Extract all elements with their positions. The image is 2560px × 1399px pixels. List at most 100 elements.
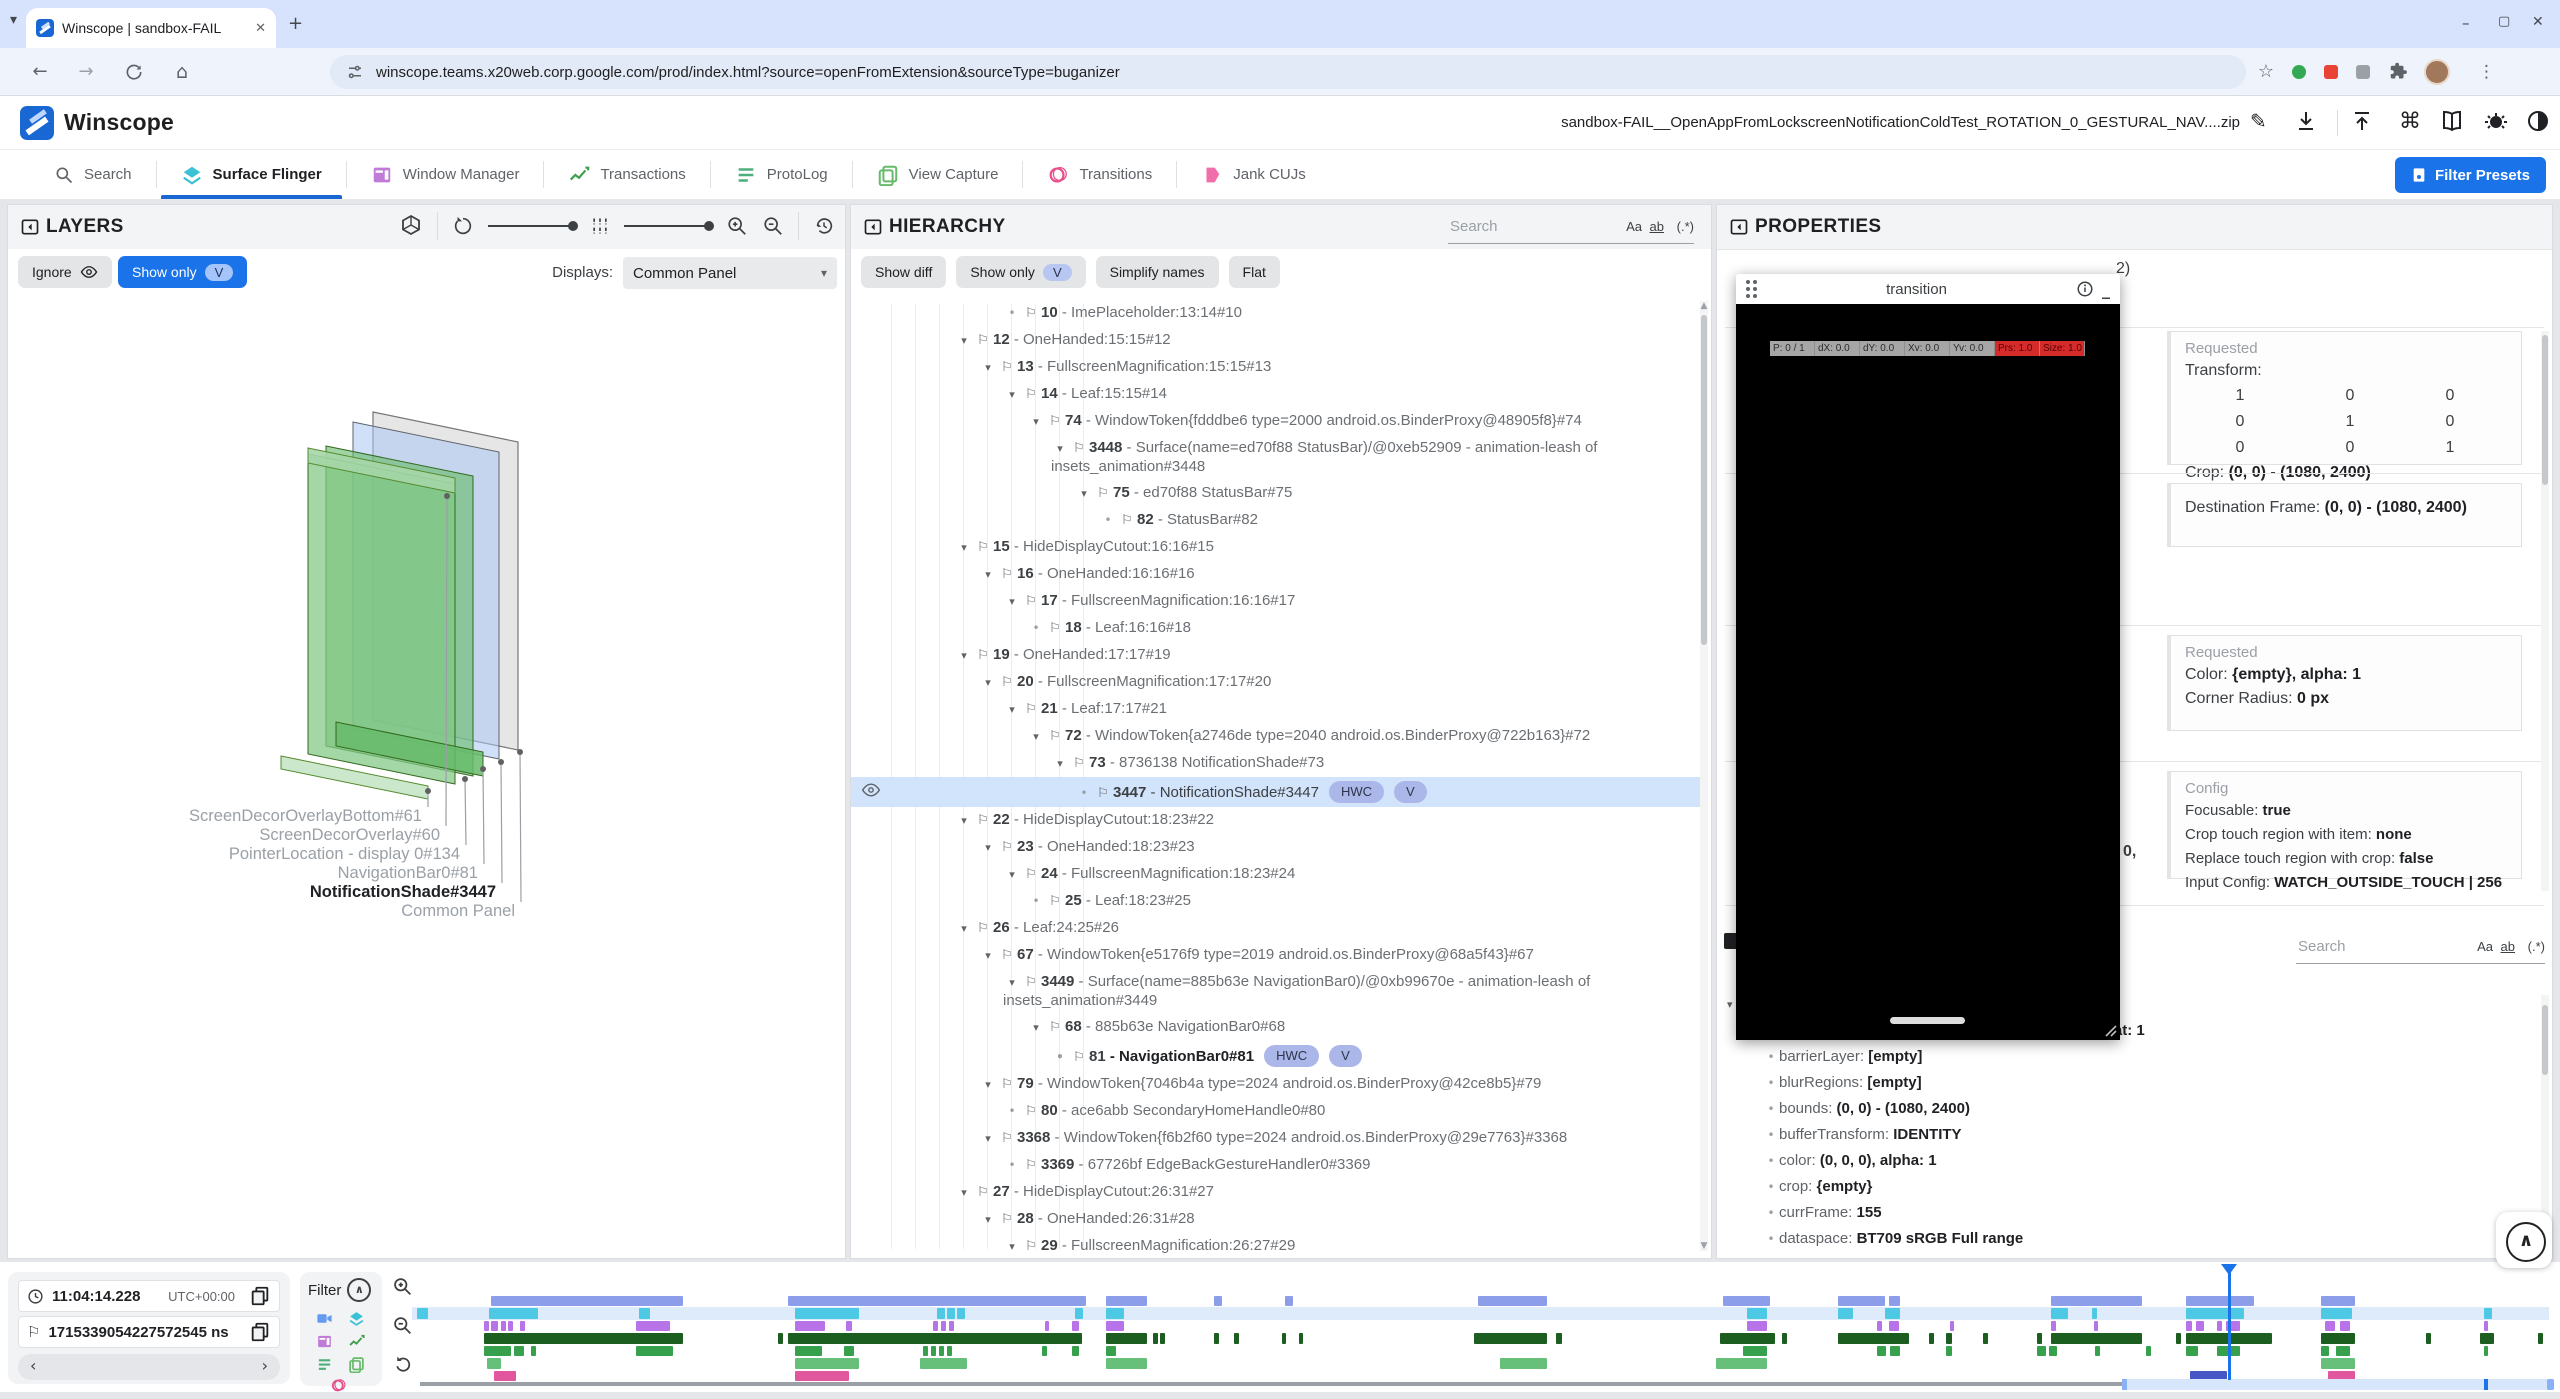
properties-tree-scroll-thumb[interactable] [2542,1005,2548,1075]
expand-arrow-icon[interactable]: ▾ [1003,593,1021,611]
timeline-segment[interactable] [2049,1346,2057,1356]
timeline-segment[interactable] [941,1321,946,1331]
expand-arrow-icon[interactable]: ▾ [1051,440,1069,458]
hierarchy-row[interactable]: •⚐3447 - NotificationShade#3447HWCV [851,777,1703,807]
property-tree-row[interactable]: •currFrame: 155 [1763,1200,2528,1226]
timeline-segment[interactable] [1500,1358,1547,1369]
timeline-segment[interactable] [1106,1308,1124,1319]
overlay-titlebar[interactable]: transition _ [1736,274,2120,304]
timeline-segment[interactable] [1072,1346,1079,1356]
rotation-slider[interactable] [488,225,576,227]
home-icon[interactable]: ⌂ [168,58,196,86]
timeline-segment[interactable] [1474,1333,1547,1344]
timeline-segment[interactable] [1160,1333,1165,1344]
hierarchy-row[interactable]: ▾⚐3368 - WindowToken{f6b2f60 type=2024 a… [851,1125,1703,1152]
timeline-segment[interactable] [2538,1333,2543,1344]
window-minimize-icon[interactable]: – [2462,14,2470,32]
regex-icon[interactable]: (.*) [2528,939,2545,954]
timeline-segment[interactable] [484,1333,683,1344]
next-entry-icon[interactable]: › [262,1356,268,1375]
download-icon[interactable] [2294,109,2322,137]
timeline-segment[interactable] [531,1346,536,1356]
timeline-segment[interactable] [1478,1296,1547,1306]
collapse-panel-icon[interactable] [863,217,883,237]
timeline-segment[interactable] [494,1371,516,1381]
expand-arrow-icon[interactable]: ▾ [1003,974,1021,992]
property-tree-row[interactable]: •color: (0, 0, 0), alpha: 1 [1763,1148,2528,1174]
timeline-segment[interactable] [2321,1308,2352,1319]
timeline-segment[interactable] [2196,1321,2204,1331]
timeline-segment[interactable] [795,1346,822,1356]
upload-icon[interactable] [2350,109,2378,137]
expand-arrow-icon[interactable]: ▾ [979,359,997,377]
hierarchy-row[interactable]: ▾⚐75 - ed70f88 StatusBar#75 [851,480,1703,507]
rotation-icon[interactable] [452,215,474,237]
hierarchy-row[interactable]: ▾⚐17 - FullscreenMagnification:16:16#17 [851,588,1703,615]
window-maximize-icon[interactable]: ▢ [2498,14,2510,29]
tab-close-icon[interactable]: ✕ [255,21,266,36]
properties-search-input[interactable]: Search Aa ab (.*) [2296,931,2545,964]
minimize-overlay-icon[interactable]: _ [2102,280,2110,299]
expand-arrow-icon[interactable]: ▾ [955,332,973,350]
timeline-segment[interactable] [1214,1333,1219,1344]
collapse-panel-icon[interactable] [20,217,40,237]
timeline-range-track[interactable] [420,1382,2122,1386]
hierarchy-row[interactable]: ▾⚐16 - OneHanded:16:16#16 [851,561,1703,588]
match-case-icon[interactable]: Aa [2477,939,2493,954]
timeline-segment[interactable] [1072,1321,1079,1331]
hierarchy-row[interactable]: ▾⚐79 - WindowToken{7046b4a type=2024 and… [851,1071,1703,1098]
expand-arrow-icon[interactable]: ▾ [979,947,997,965]
expand-arrow-icon[interactable]: ▾ [955,1184,973,1202]
property-tree-row[interactable]: •barrierLayer: [empty] [1763,1044,2528,1070]
timeline-segment[interactable] [2340,1321,2350,1331]
info-icon[interactable] [2076,280,2094,298]
layers-3d-canvas[interactable]: ScreenDecorOverlayBottom#61 ScreenDecorO… [8,295,845,1257]
url-text[interactable]: winscope.teams.x20web.corp.google.com/pr… [376,64,1120,81]
timeline-segment[interactable] [2094,1321,2098,1331]
timeline-segment[interactable] [1889,1296,1900,1306]
expand-arrow-icon[interactable]: ▾ [979,1130,997,1148]
show-diff-button[interactable]: Show diff [861,256,946,288]
expand-arrow-icon[interactable]: ▾ [955,539,973,557]
edit-filename-icon[interactable]: ✎ [2250,109,2278,137]
timeline-segment[interactable] [2095,1346,2100,1356]
hierarchy-row[interactable]: ▾⚐3448 - Surface(name=ed70f88 StatusBar)… [851,435,1703,480]
timeline-segment[interactable] [2037,1333,2042,1344]
timeline-segment[interactable] [957,1308,965,1319]
new-tab-icon[interactable]: + [288,13,303,34]
timeline-zoom-in-icon[interactable] [392,1276,413,1297]
screen-recording-trace-icon[interactable] [316,1310,333,1327]
regex-icon[interactable]: (.*) [1677,219,1694,234]
timeline-segment[interactable] [947,1346,952,1356]
reset-view-icon[interactable] [813,215,835,237]
timeline-cursor[interactable] [2228,1266,2231,1380]
hierarchy-row[interactable]: ▾⚐22 - HideDisplayCutout:18:23#22 [851,807,1703,834]
timeline-segment[interactable] [1556,1333,1562,1344]
timeline-segment[interactable] [1950,1321,1954,1331]
timeline-segment[interactable] [1153,1333,1158,1344]
hierarchy-row[interactable]: ▾⚐15 - HideDisplayCutout:16:16#15 [851,534,1703,561]
timeline-segment[interactable] [795,1358,859,1369]
copy-icon[interactable] [249,1321,271,1343]
timeline-segment[interactable] [2426,1333,2431,1344]
expand-arrow-icon[interactable]: ▾ [1075,485,1093,503]
timeline-segment[interactable] [2186,1346,2198,1356]
hierarchy-row[interactable]: ▾⚐21 - Leaf:17:17#21 [851,696,1703,723]
expand-arrow-icon[interactable]: ▾ [1003,386,1021,404]
timeline-segment[interactable] [2484,1308,2492,1319]
forward-icon[interactable]: → [72,58,100,86]
range-right-handle[interactable] [2547,1379,2554,1390]
timeline-range-selection[interactable] [2122,1379,2554,1390]
timeline-segment[interactable] [947,1308,955,1319]
zoom-out-icon[interactable] [762,215,784,237]
timeline-segment[interactable] [1282,1333,1286,1344]
expand-arrow-icon[interactable]: ▾ [979,1076,997,1094]
property-tree-row[interactable]: •bounds: (0, 0) - (1080, 2400) [1763,1096,2528,1122]
hierarchy-row[interactable]: ▾⚐24 - FullscreenMagnification:18:23#24 [851,861,1703,888]
timeline-segment[interactable] [2484,1346,2488,1356]
zoom-in-icon[interactable] [726,215,748,237]
timeline-segment[interactable] [520,1321,525,1331]
timeline-segment[interactable] [2325,1321,2335,1331]
expand-arrow-icon[interactable]: ▾ [979,566,997,584]
timeline-segment[interactable] [1285,1296,1293,1306]
